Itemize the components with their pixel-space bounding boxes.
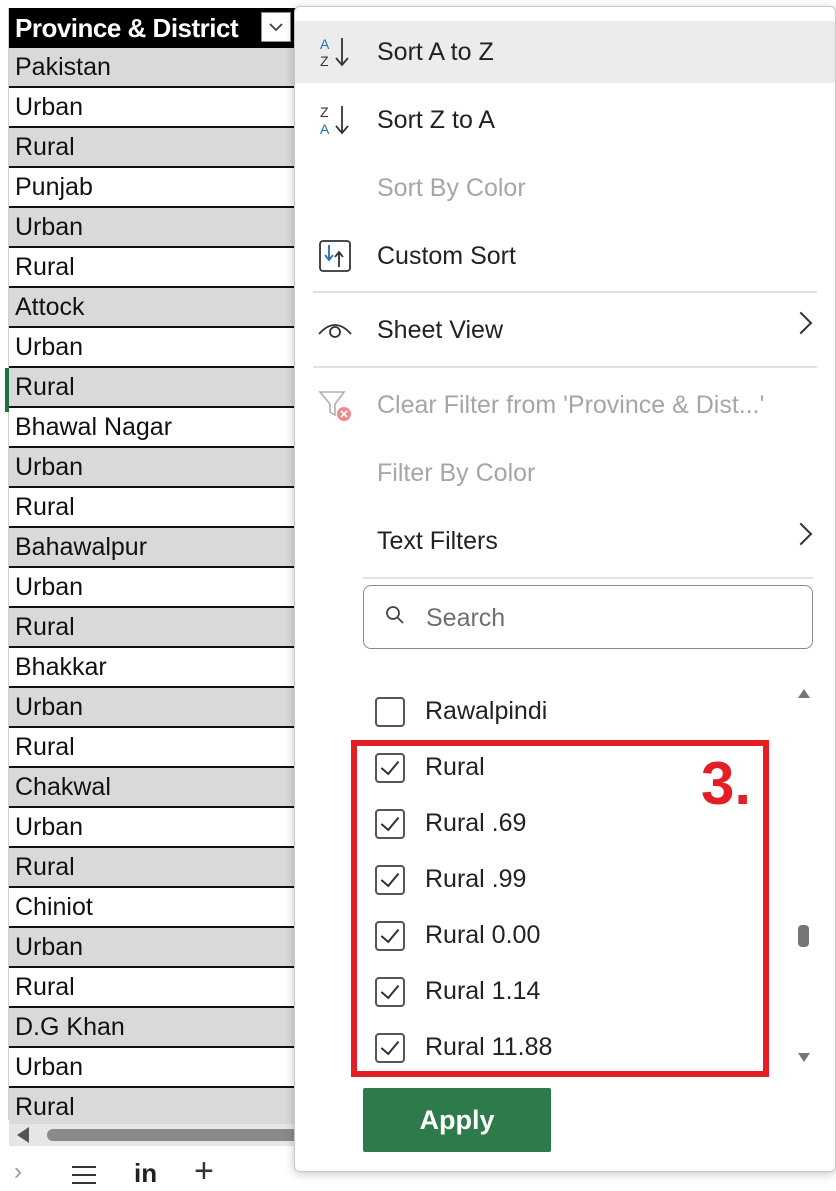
list-vertical-scrollbar[interactable] — [793, 679, 815, 1075]
sheet-view-label: Sheet View — [377, 315, 504, 344]
search-input[interactable] — [424, 596, 798, 640]
table-row[interactable]: Urban — [9, 1048, 309, 1088]
sort-z-to-a-label: Sort Z to A — [377, 105, 496, 134]
table-row[interactable]: Bahawalpur — [9, 528, 309, 568]
svg-text:Z: Z — [320, 53, 329, 69]
sheet-tab[interactable]: in — [134, 1158, 157, 1189]
table-row[interactable]: D.G Khan — [9, 1008, 309, 1048]
filter-dropdown-button[interactable] — [261, 12, 291, 42]
filter-dropdown-menu: A Z Sort A to Z Z A Sort Z to A Sort By … — [294, 6, 836, 1172]
sheet-view-item[interactable]: Sheet View — [295, 299, 835, 361]
text-filters-label: Text Filters — [377, 526, 498, 555]
search-field[interactable] — [363, 585, 813, 649]
table-row[interactable]: Rural — [9, 848, 309, 888]
chevron-right-icon — [789, 311, 813, 335]
scroll-down-arrow-icon[interactable] — [798, 1053, 810, 1062]
filter-by-color-label: Filter By Color — [377, 458, 536, 487]
table-row[interactable]: Chakwal — [9, 768, 309, 808]
eye-icon — [317, 312, 353, 348]
menu-divider — [363, 577, 813, 579]
menu-divider — [313, 291, 817, 293]
table-row[interactable]: Pakistan — [9, 48, 309, 88]
scroll-left-arrow-icon[interactable] — [17, 1127, 29, 1143]
data-rows: Pakistan Urban Rural Punjab Urban Rural Attock… — [9, 48, 309, 1128]
active-cell-marker — [5, 368, 9, 412]
scrollbar-thumb[interactable] — [47, 1129, 299, 1141]
annotation-step-label: 3. — [701, 750, 752, 817]
sort-a-to-z-item[interactable]: A Z Sort A to Z — [295, 21, 835, 83]
table-row[interactable]: Rural — [9, 608, 309, 648]
svg-text:Z: Z — [320, 104, 329, 120]
clear-filter-item[interactable]: Clear Filter from 'Province & Dist...' — [295, 374, 835, 436]
filter-by-color-item[interactable]: Filter By Color — [295, 442, 835, 504]
sort-by-color-label: Sort By Color — [377, 173, 526, 202]
chevron-right-icon[interactable]: › — [14, 1158, 22, 1186]
sort-a-to-z-label: Sort A to Z — [377, 37, 494, 66]
table-row[interactable]: Urban — [9, 928, 309, 968]
svg-text:A: A — [320, 36, 330, 52]
table-row[interactable]: Urban — [9, 448, 309, 488]
scrollbar-thumb[interactable] — [798, 925, 809, 947]
search-icon — [386, 606, 404, 624]
table-row[interactable]: Urban — [9, 88, 309, 128]
table-row[interactable]: Attock — [9, 288, 309, 328]
table-row[interactable]: Urban — [9, 688, 309, 728]
custom-sort-item[interactable]: Custom Sort — [295, 225, 835, 287]
table-row[interactable]: Urban — [9, 328, 309, 368]
table-row[interactable]: Bhawal Nagar — [9, 408, 309, 448]
custom-sort-label: Custom Sort — [377, 241, 516, 270]
apply-button[interactable]: Apply — [363, 1088, 551, 1152]
column-header-cell[interactable]: Province & District — [9, 8, 299, 48]
table-row[interactable]: Rural — [9, 968, 309, 1008]
sort-descending-icon: Z A — [317, 102, 353, 138]
table-row[interactable]: Punjab — [9, 168, 309, 208]
table-row[interactable]: Rural — [9, 1088, 309, 1128]
filter-value-item[interactable]: Rawalpindi — [361, 687, 781, 743]
chevron-right-icon — [789, 522, 813, 546]
table-row[interactable]: Urban — [9, 208, 309, 248]
table-row[interactable]: Rural — [9, 128, 309, 168]
table-row[interactable]: Urban — [9, 568, 309, 608]
table-row[interactable]: Urban — [9, 808, 309, 848]
clear-filter-icon — [317, 387, 353, 423]
add-sheet-icon[interactable]: + — [194, 1152, 214, 1191]
table-row[interactable]: Rural — [9, 728, 309, 768]
clear-filter-label: Clear Filter from 'Province & Dist...' — [377, 390, 765, 419]
menu-divider — [313, 366, 817, 368]
checkbox[interactable] — [375, 697, 405, 727]
table-row[interactable]: Rural — [9, 488, 309, 528]
chevron-down-icon — [269, 23, 283, 32]
table-row[interactable]: Chiniot — [9, 888, 309, 928]
scroll-up-arrow-icon[interactable] — [798, 689, 810, 698]
sort-ascending-icon: A Z — [317, 34, 353, 70]
custom-sort-icon — [317, 238, 353, 274]
table-row[interactable]: Rural — [9, 368, 309, 408]
svg-text:A: A — [320, 121, 330, 137]
sort-z-to-a-item[interactable]: Z A Sort Z to A — [295, 89, 835, 151]
text-filters-item[interactable]: Text Filters — [295, 510, 835, 572]
sheet-tab-bar: › in + — [0, 1152, 300, 1191]
all-sheets-menu-icon[interactable] — [72, 1166, 96, 1190]
horizontal-scrollbar[interactable] — [9, 1124, 299, 1146]
table-row[interactable]: Rural — [9, 248, 309, 288]
filter-value-label: Rawalpindi — [425, 697, 548, 725]
sort-by-color-item[interactable]: Sort By Color — [295, 157, 835, 219]
table-row[interactable]: Bhakkar — [9, 648, 309, 688]
